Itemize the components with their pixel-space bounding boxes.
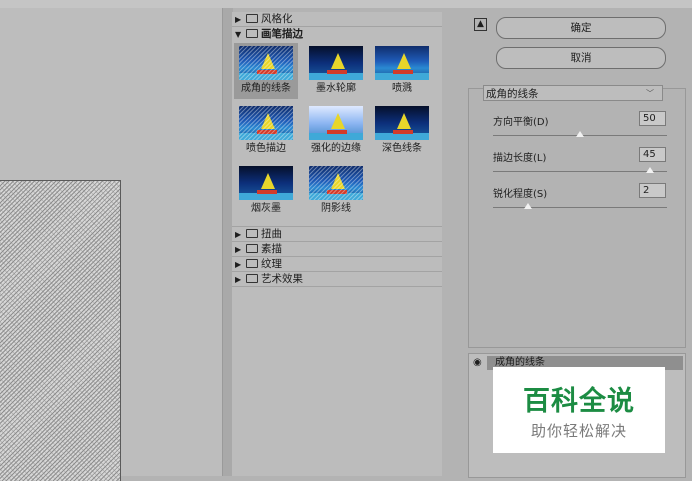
thumbnail-grid: 成角的线条 墨水轮廓 喷溅 喷色描边 强化的边缘 深色线条 烟灰墨 阴影线 (232, 41, 442, 226)
thumbnail-label: 成角的线条 (241, 83, 291, 94)
stroke-length-input[interactable]: 45 (639, 147, 666, 162)
slider-handle[interactable] (645, 167, 654, 173)
top-strip (0, 0, 692, 8)
folder-icon (246, 274, 258, 283)
thumbnail-label: 强化的边缘 (311, 143, 361, 154)
category-label: 纹理 (261, 258, 282, 270)
preview-image (0, 180, 121, 481)
expand-arrow-icon: ▶ (235, 15, 242, 24)
folder-icon (246, 259, 258, 268)
thumbnail-label: 烟灰墨 (251, 203, 281, 214)
thumbnail-label: 墨水轮廓 (316, 83, 356, 94)
expand-arrow-icon: ▶ (235, 260, 242, 269)
folder-icon (246, 244, 258, 253)
category-sketch[interactable]: ▶ 素描 (232, 242, 442, 257)
slider-track (493, 207, 667, 208)
thumbnail-label: 深色线条 (382, 143, 422, 154)
category-label: 艺术效果 (261, 273, 303, 285)
watermark-logo: 百科全说 助你轻松解决 (493, 367, 665, 453)
filter-thumb-sprayed-strokes[interactable]: 喷色描边 (234, 103, 298, 156)
stroke-length-slider[interactable] (493, 167, 667, 175)
thumbnail-image (375, 106, 429, 140)
param-label-stroke-length: 描边长度(L) (493, 153, 547, 164)
filter-select[interactable]: 成角的线条 ﹀ (483, 85, 663, 101)
thumbnail-image (375, 46, 429, 80)
direction-balance-slider[interactable] (493, 131, 667, 139)
category-label: 素描 (261, 243, 282, 255)
chevron-down-icon: ﹀ (646, 89, 654, 98)
watermark-subtitle: 助你轻松解决 (530, 422, 627, 440)
thumbnail-image (309, 46, 363, 80)
category-label: 风格化 (261, 13, 293, 25)
category-label: 扭曲 (261, 228, 282, 240)
filter-thumb-ink-outlines[interactable]: 墨水轮廓 (304, 43, 368, 96)
category-stylize[interactable]: ▶ 风格化 (232, 12, 442, 27)
category-label: 画笔描边 (261, 28, 303, 40)
cancel-button[interactable]: 取消 (496, 47, 666, 69)
filter-thumb-dark-strokes[interactable]: 深色线条 (370, 103, 434, 156)
slider-handle[interactable] (523, 203, 532, 209)
thumbnail-image (309, 166, 363, 200)
thumbnail-image (309, 106, 363, 140)
ok-button[interactable]: 确定 (496, 17, 666, 39)
param-label-direction-balance: 方向平衡(D) (493, 117, 549, 128)
filter-parameters: 成角的线条 ﹀ 方向平衡(D) 50 描边长度(L) 45 锐化程度(S) 2 (468, 85, 686, 348)
collapse-gallery-icon[interactable]: ▲ (474, 18, 487, 31)
sharpness-slider[interactable] (493, 203, 667, 211)
expand-arrow-icon: ▶ (235, 245, 242, 254)
expand-arrow-icon: ▶ (235, 275, 242, 284)
collapse-arrow-icon: ▼ (235, 30, 242, 39)
watermark-title: 百科全说 (523, 386, 635, 417)
thumbnail-image (239, 106, 293, 140)
thumbnail-label: 阴影线 (321, 203, 351, 214)
thumbnail-label: 喷溅 (392, 83, 412, 94)
folder-icon (246, 14, 258, 23)
filter-select-value: 成角的线条 (486, 88, 539, 100)
thumbnail-image (239, 166, 293, 200)
slider-track (493, 171, 667, 172)
thumbnail-image (239, 46, 293, 80)
filter-gallery: ▶ 风格化 ▼ 画笔描边 成角的线条 墨水轮廓 喷溅 喷色描边 强化的边缘 深色线条 (232, 12, 442, 476)
category-artistic[interactable]: ▶ 艺术效果 (232, 272, 442, 287)
category-texture[interactable]: ▶ 纹理 (232, 257, 442, 272)
eye-icon[interactable]: ◉ (473, 358, 482, 368)
filter-thumb-accented-edges[interactable]: 强化的边缘 (304, 103, 368, 156)
sharpness-input[interactable]: 2 (639, 183, 666, 198)
filter-thumb-crosshatch[interactable]: 阴影线 (304, 163, 368, 216)
category-brush-strokes[interactable]: ▼ 画笔描边 (232, 27, 442, 41)
thumbnail-label: 喷色描边 (246, 143, 286, 154)
param-label-sharpness: 锐化程度(S) (493, 189, 548, 200)
folder-icon (246, 229, 258, 238)
filter-thumb-sumi-e[interactable]: 烟灰墨 (234, 163, 298, 216)
folder-icon (246, 29, 258, 38)
preview-canvas[interactable] (0, 8, 222, 481)
direction-balance-input[interactable]: 50 (639, 111, 666, 126)
filter-thumb-spatter[interactable]: 喷溅 (370, 43, 434, 96)
category-distort[interactable]: ▶ 扭曲 (232, 226, 442, 242)
filter-thumb-angled-strokes[interactable]: 成角的线条 (234, 43, 298, 99)
expand-arrow-icon: ▶ (235, 230, 242, 239)
slider-handle[interactable] (576, 131, 584, 137)
